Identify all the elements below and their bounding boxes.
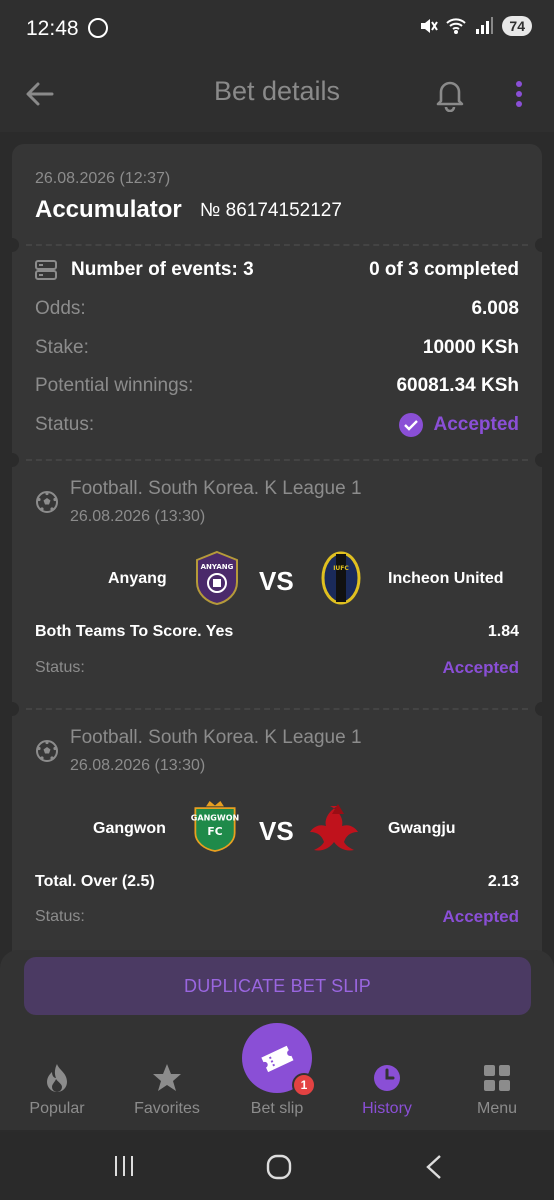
divider — [26, 459, 528, 461]
system-navigation — [0, 1132, 554, 1200]
back-nav-icon[interactable] — [424, 1154, 444, 1180]
status-icons: 74 — [418, 16, 532, 36]
battery-level: 74 — [509, 18, 525, 34]
odds-value: 6.008 — [471, 298, 519, 319]
whatsapp-icon — [88, 18, 108, 38]
ticket-icon — [261, 1045, 294, 1073]
winnings-row: Potential winnings: 60081.34 KSh — [35, 372, 519, 400]
status-label: Status: — [35, 414, 95, 435]
event-status-value: Accepted — [442, 907, 519, 926]
completed-count: 0 of 3 completed — [369, 259, 519, 280]
nav-betslip-label: Bet slip — [250, 1100, 304, 1117]
home-icon[interactable] — [266, 1154, 292, 1180]
stake-label: Stake: — [35, 337, 89, 358]
grid-icon — [484, 1065, 510, 1091]
event-status-label: Status: — [35, 659, 85, 676]
event-status-value: Accepted — [442, 658, 519, 677]
nav-favorites-label: Favorites — [134, 1100, 200, 1117]
anyang-logo-text: ANYANG — [201, 563, 234, 571]
ticket-notch — [535, 702, 542, 716]
nav-history-label: History — [362, 1100, 412, 1117]
gangwon-logo-icon: GANGWON FC — [191, 801, 239, 852]
anyang-logo-icon: ANYANG — [196, 550, 238, 606]
vs-label: VS — [259, 816, 294, 846]
gwangju-logo-icon — [310, 804, 358, 851]
status-time: 12:48 — [26, 17, 79, 40]
recent-apps-icon[interactable] — [112, 1154, 136, 1178]
ticket-notch — [535, 238, 542, 252]
ticket-notch — [12, 238, 19, 252]
event-date: 26.08.2026 (13:30) — [70, 757, 206, 774]
away-team: Gwangju — [388, 820, 456, 837]
gangwon-logo-sub: FC — [207, 825, 222, 838]
away-team: Incheon United — [388, 570, 504, 587]
event-odd: 2.13 — [487, 873, 519, 890]
vs-label: VS — [259, 566, 294, 596]
winnings-label: Potential winnings: — [35, 375, 194, 396]
gangwon-logo-text: GANGWON — [191, 814, 239, 823]
fire-icon — [47, 1064, 67, 1092]
mute-icon — [421, 19, 439, 33]
event-market: Both Teams To Score. Yes — [35, 623, 234, 640]
status-value: Accepted — [433, 414, 519, 435]
odds-label: Odds: — [35, 298, 86, 319]
duplicate-bet-slip-button[interactable]: DUPLICATE BET SLIP — [24, 957, 531, 1015]
star-icon — [153, 1064, 181, 1091]
clock-icon — [374, 1065, 400, 1091]
stake-row: Stake: 10000 KSh — [35, 334, 519, 362]
event-league: Football. South Korea. K League 1 — [70, 478, 362, 499]
signal-icon — [476, 17, 494, 34]
events-row: Number of events: 3 0 of 3 completed — [35, 256, 519, 284]
football-icon — [36, 491, 58, 513]
event-date: 26.08.2026 (13:30) — [70, 508, 206, 525]
check-circle-icon — [399, 413, 424, 437]
nav-popular-label: Popular — [29, 1100, 85, 1117]
event-market: Total. Over (2.5) — [35, 873, 155, 890]
events-count: Number of events: 3 — [71, 259, 254, 280]
kebab-menu-icon[interactable] — [506, 78, 532, 110]
incheon-logo-text: IUFC — [333, 565, 349, 572]
football-icon — [36, 740, 58, 762]
divider — [26, 244, 528, 246]
bell-icon[interactable] — [432, 76, 468, 112]
home-team: Anyang — [108, 570, 167, 587]
events-list-icon — [35, 260, 57, 280]
bet-card: 26.08.2026 (12:37) Accumulator № 8617415… — [12, 144, 542, 964]
divider — [26, 708, 528, 710]
ticket-notch — [535, 453, 542, 467]
bet-datetime: 26.08.2026 (12:37) — [35, 170, 171, 187]
stake-value: 10000 KSh — [422, 337, 519, 358]
nav-menu-label: Menu — [476, 1100, 518, 1117]
winnings-value: 60081.34 KSh — [396, 375, 519, 396]
odds-row: Odds: 6.008 — [35, 295, 519, 323]
event-odd: 1.84 — [487, 623, 519, 640]
event-league: Football. South Korea. K League 1 — [70, 727, 362, 748]
incheon-logo-icon: IUFC — [321, 551, 361, 605]
page-title: Bet details — [213, 76, 341, 106]
betslip-count-badge: 1 — [292, 1073, 316, 1097]
wifi-icon — [446, 18, 467, 34]
app-header: Bet details — [0, 58, 554, 132]
ticket-notch — [12, 702, 19, 716]
status-bar: 12:48 74 — [0, 0, 554, 58]
home-team: Gangwon — [93, 820, 166, 837]
ticket-notch — [12, 453, 19, 467]
bet-number: № 86174152127 — [200, 200, 342, 221]
event-status-label: Status: — [35, 908, 85, 925]
status-row: Status: Accepted — [35, 411, 519, 439]
bet-type: Accumulator — [35, 196, 182, 223]
battery-icon: 74 — [502, 16, 532, 36]
